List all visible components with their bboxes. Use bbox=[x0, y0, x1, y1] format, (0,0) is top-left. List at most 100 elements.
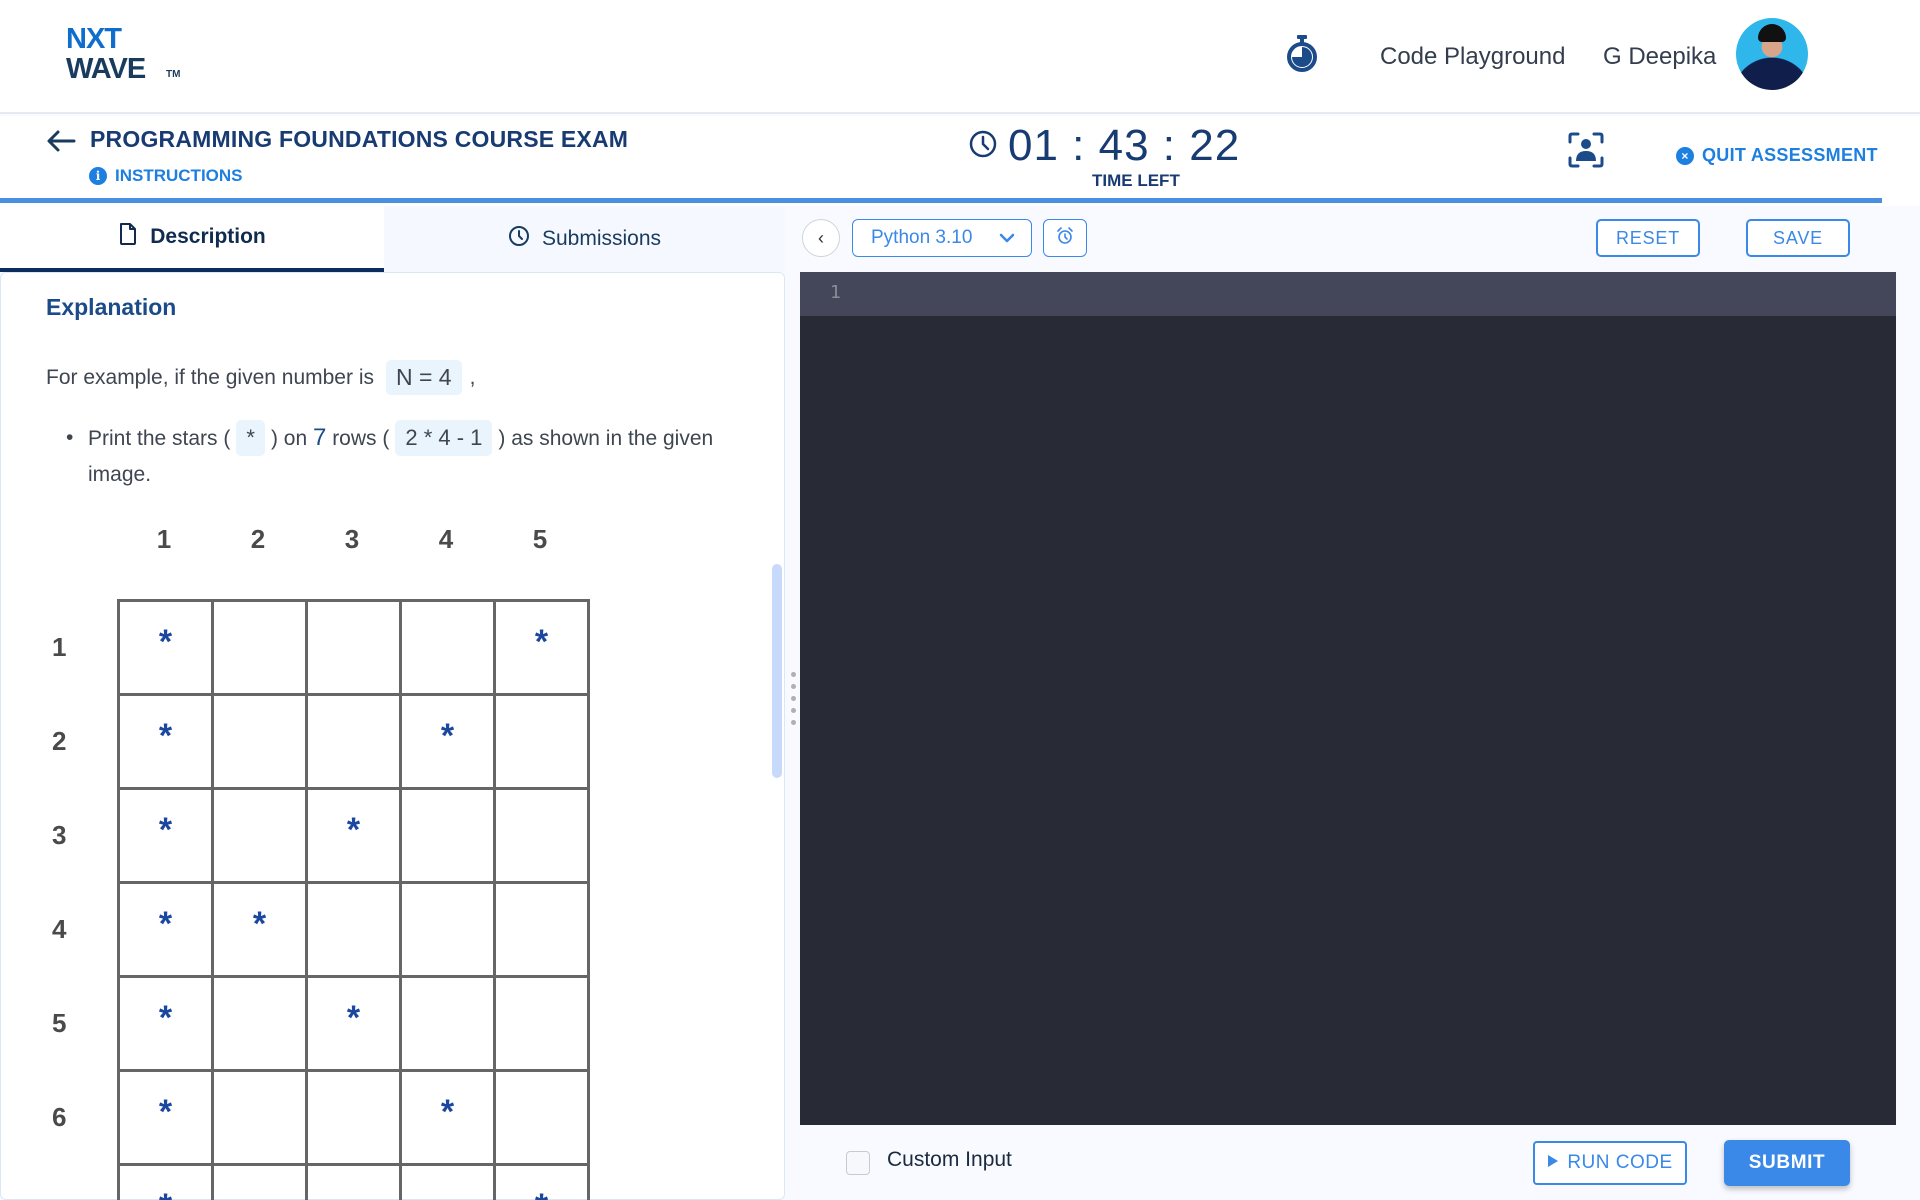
grid-cell-star: * bbox=[117, 787, 214, 884]
custom-input-checkbox[interactable] bbox=[846, 1151, 870, 1175]
back-arrow-icon[interactable] bbox=[44, 124, 78, 158]
example-prefix: For example, if the given number is bbox=[46, 365, 374, 389]
instructions-link[interactable]: i INSTRUCTIONS bbox=[89, 166, 243, 186]
pattern-grid: ************** bbox=[117, 599, 590, 1200]
grid-column-label: 5 bbox=[532, 524, 548, 554]
grid-cell-empty bbox=[399, 1163, 496, 1200]
clock-icon bbox=[968, 129, 998, 164]
grip-dot bbox=[791, 684, 796, 689]
exam-title: PROGRAMMING FOUNDATIONS COURSE EXAM bbox=[90, 126, 629, 152]
document-icon bbox=[118, 222, 138, 252]
grid-cell-empty bbox=[493, 975, 590, 1072]
tab-submissions-label: Submissions bbox=[541, 227, 662, 250]
grid-cell-empty bbox=[399, 787, 496, 884]
grid-row: ** bbox=[117, 787, 590, 884]
grid-cell-star: * bbox=[493, 599, 590, 696]
grid-cell-star: * bbox=[399, 693, 496, 790]
close-circle-icon: × bbox=[1676, 146, 1694, 165]
grip-dot bbox=[791, 708, 796, 713]
grid-cell-empty bbox=[493, 787, 590, 884]
bullet-text: Print the stars (*) on 7 rows (2 * 4 - 1… bbox=[88, 420, 738, 493]
grid-row-label: 2 bbox=[52, 726, 67, 756]
nxtwave-logo[interactable]: NXT WAVE TM bbox=[66, 24, 196, 88]
grid-cell-star: * bbox=[399, 1069, 496, 1166]
avatar[interactable] bbox=[1736, 18, 1808, 90]
explanation-heading: Explanation bbox=[46, 294, 177, 320]
quit-assessment-label: QUIT ASSESSMENT bbox=[1702, 145, 1878, 165]
grid-cell-star: * bbox=[117, 975, 214, 1072]
grid-row: ** bbox=[117, 693, 590, 790]
language-value: Python 3.10 bbox=[871, 227, 973, 248]
example-suffix: , bbox=[469, 365, 476, 389]
grid-cell-empty bbox=[305, 693, 402, 790]
alarm-clock-icon bbox=[1055, 226, 1075, 251]
quit-assessment-button[interactable]: × QUIT ASSESSMENT bbox=[1676, 145, 1878, 166]
grid-cell-star: * bbox=[117, 599, 214, 696]
grid-cell-empty bbox=[211, 787, 308, 884]
formula-chip: 2 * 4 - 1 bbox=[395, 420, 493, 456]
alarm-button[interactable] bbox=[1043, 219, 1087, 257]
grid-row-label: 7 bbox=[52, 1196, 82, 1200]
timer-value: 01 : 43 : 22 bbox=[1008, 121, 1241, 170]
face-scan-icon[interactable] bbox=[1568, 132, 1604, 168]
instructions-label: INSTRUCTIONS bbox=[115, 166, 243, 185]
save-button[interactable]: SAVE bbox=[1746, 219, 1850, 257]
grid-row-label: 6 bbox=[52, 1102, 67, 1132]
code-playground-link[interactable]: Code Playground bbox=[1380, 42, 1565, 72]
time-left-label: TIME LEFT bbox=[1092, 171, 1180, 190]
grid-row: ** bbox=[117, 599, 590, 696]
grid-cell-empty bbox=[305, 1163, 402, 1200]
exam-progress-bar bbox=[0, 198, 1882, 203]
grid-column-label: 3 bbox=[344, 524, 360, 554]
stopwatch-icon[interactable] bbox=[1285, 34, 1319, 74]
bullet-part: Print the stars ( bbox=[88, 427, 231, 450]
grid-cell-empty bbox=[211, 975, 308, 1072]
grid-cell-star: * bbox=[117, 693, 214, 790]
grid-cell-empty bbox=[399, 599, 496, 696]
code-editor[interactable]: 1 bbox=[800, 272, 1896, 1125]
panel-resize-handle[interactable] bbox=[788, 272, 800, 1200]
submit-button[interactable]: SUBMIT bbox=[1724, 1140, 1850, 1186]
info-icon: i bbox=[89, 167, 107, 185]
grid-cell-empty bbox=[493, 881, 590, 978]
grid-row: ** bbox=[117, 881, 590, 978]
grid-cell-star: * bbox=[305, 787, 402, 884]
grid-row: ** bbox=[117, 1163, 590, 1200]
tab-description[interactable]: Description bbox=[0, 206, 384, 272]
grid-cell-star: * bbox=[117, 881, 214, 978]
tab-description-label: Description bbox=[150, 225, 266, 248]
collapse-panel-button[interactable]: ‹ bbox=[802, 219, 840, 257]
custom-input-label[interactable]: Custom Input bbox=[887, 1148, 1012, 1172]
grid-row: ** bbox=[117, 1069, 590, 1166]
run-code-button[interactable]: RUN CODE bbox=[1533, 1141, 1687, 1185]
grid-cell-empty bbox=[211, 599, 308, 696]
user-name[interactable]: G Deepika bbox=[1603, 42, 1716, 72]
language-select[interactable]: Python 3.10 bbox=[852, 219, 1032, 257]
grid-cell-empty bbox=[305, 1069, 402, 1166]
grid-cell-star: * bbox=[305, 975, 402, 1072]
active-line-highlight bbox=[800, 272, 1896, 316]
grip-dot bbox=[791, 720, 796, 725]
pattern-image: 123451234567************** bbox=[40, 510, 640, 1200]
reset-button[interactable]: RESET bbox=[1596, 219, 1700, 257]
grid-row-label: 1 bbox=[52, 632, 67, 662]
grid-cell-star: * bbox=[211, 881, 308, 978]
clock-icon bbox=[508, 225, 530, 253]
grid-column-label: 4 bbox=[438, 524, 454, 554]
grid-row: ** bbox=[117, 975, 590, 1072]
grid-cell-empty bbox=[399, 881, 496, 978]
bullet-part: rows ( bbox=[332, 427, 390, 450]
grid-column-label: 1 bbox=[156, 524, 172, 554]
star-chip: * bbox=[236, 420, 265, 456]
tab-submissions[interactable]: Submissions bbox=[384, 206, 785, 272]
avatar-hair bbox=[1758, 24, 1786, 42]
grid-column-label: 2 bbox=[250, 524, 266, 554]
problem-tabs: Description Submissions bbox=[0, 206, 785, 272]
description-scrollbar[interactable] bbox=[772, 564, 782, 778]
example-paragraph: For example, if the given number is N = … bbox=[46, 360, 475, 395]
bullet-part: ) on bbox=[270, 427, 308, 450]
grid-cell-star: * bbox=[117, 1069, 214, 1166]
example-value-chip: N = 4 bbox=[385, 360, 462, 395]
grid-cell-star: * bbox=[117, 1163, 214, 1200]
grid-cell-empty bbox=[493, 1069, 590, 1166]
